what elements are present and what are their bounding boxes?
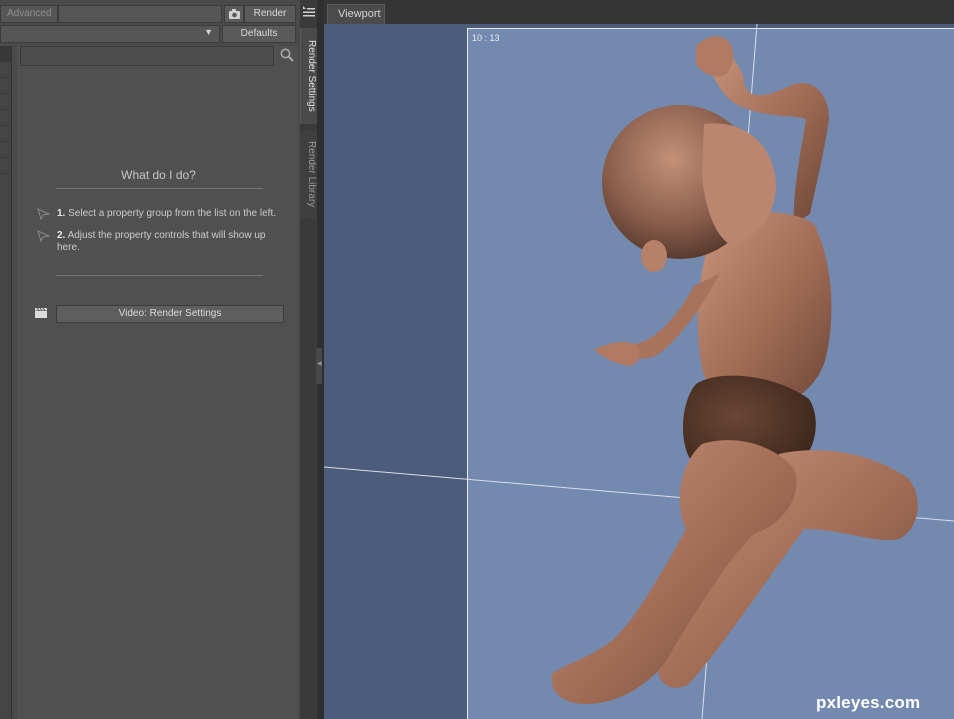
divider: [56, 275, 263, 276]
list-item[interactable]: [0, 62, 11, 78]
side-tab-strip: Render Settings Render Library: [300, 0, 317, 719]
step-number: 1.: [57, 208, 66, 219]
help-title: What do I do?: [121, 168, 196, 182]
viewport[interactable]: 10 : 13: [324, 24, 954, 719]
render-toolbar: Advanced Render: [0, 5, 300, 23]
video-render-settings-button[interactable]: Video: Render Settings: [56, 305, 284, 323]
step-text: Adjust the property controls that will s…: [57, 230, 266, 253]
figure-ear: [641, 240, 667, 272]
render-button[interactable]: Render: [244, 5, 296, 23]
list-item[interactable]: [0, 46, 11, 62]
list-item[interactable]: [0, 94, 11, 110]
tab-viewport[interactable]: Viewport: [327, 4, 385, 24]
figure-hand: [696, 36, 734, 77]
search-icon[interactable]: [279, 47, 295, 63]
arrow-cursor-icon: [37, 208, 51, 221]
property-group-list[interactable]: [0, 46, 12, 719]
menu-icon[interactable]: [301, 5, 316, 19]
list-item[interactable]: [0, 126, 11, 142]
figure-render: [324, 24, 954, 719]
search-input[interactable]: [20, 46, 274, 66]
list-item[interactable]: [0, 158, 11, 174]
advanced-tab[interactable]: Advanced: [0, 5, 58, 23]
list-item[interactable]: [0, 110, 11, 126]
collapse-arrow-icon[interactable]: ◀: [316, 348, 322, 384]
render-settings-panel: Advanced Render ▼ Defaults What do I do?…: [0, 0, 300, 719]
chevron-down-icon: ▼: [204, 27, 213, 37]
tab-render-library[interactable]: Render Library: [300, 130, 317, 218]
camera-icon[interactable]: [224, 5, 244, 23]
editor-mode-tab[interactable]: [58, 5, 222, 23]
figure-hand: [594, 342, 640, 366]
tab-render-settings[interactable]: Render Settings: [300, 28, 317, 124]
preset-dropdown[interactable]: ▼: [0, 25, 220, 43]
clapperboard-icon: [34, 307, 48, 319]
watermark: pxleyes.com: [816, 693, 921, 712]
divider: [56, 188, 263, 189]
list-item[interactable]: [0, 78, 11, 94]
preset-toolbar: ▼ Defaults: [0, 25, 300, 43]
list-item[interactable]: [0, 142, 11, 158]
arrow-cursor-icon: [37, 230, 51, 243]
viewport-tab-bar: Viewport: [324, 0, 954, 24]
property-controls-area: What do I do? 1. Select a property group…: [17, 46, 298, 719]
defaults-button[interactable]: Defaults: [222, 25, 296, 43]
step-text: Select a property group from the list on…: [68, 208, 277, 219]
step-number: 2.: [57, 230, 66, 241]
